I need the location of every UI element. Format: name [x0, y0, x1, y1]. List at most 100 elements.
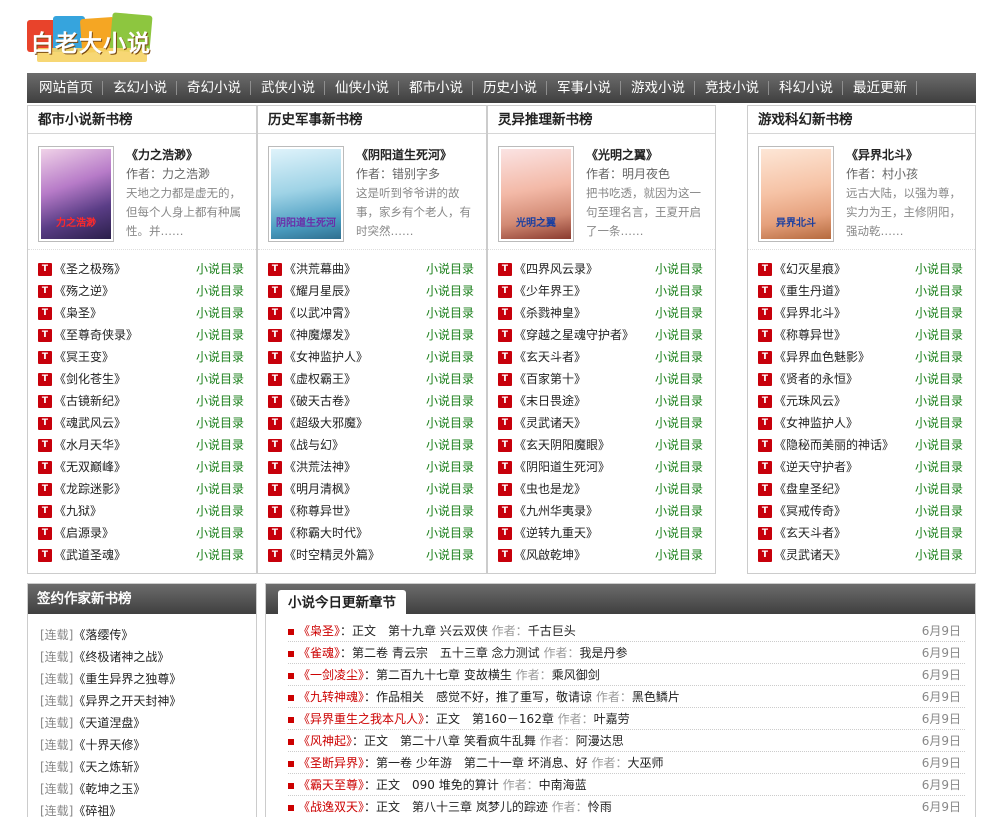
book-link[interactable]: 《末日畏途》 — [514, 394, 586, 408]
book-link[interactable]: 《女神监护人》 — [774, 416, 858, 430]
nav-junshi[interactable]: 军事小说 — [547, 73, 621, 103]
book-link[interactable]: 《四界风云录》 — [514, 262, 598, 276]
catalog-link[interactable]: 小说目录 — [915, 412, 963, 434]
updates-tab[interactable]: 小说今日更新章节 — [278, 590, 406, 614]
catalog-link[interactable]: 小说目录 — [426, 456, 474, 478]
book-link[interactable]: 《风神起》 — [298, 734, 352, 748]
book-link[interactable]: 《枭圣》 — [54, 306, 102, 320]
book-link[interactable]: 《至尊奇侠录》 — [54, 328, 138, 342]
chapter-link[interactable]: ：第二卷 青云宗 五十三章 念力测试 — [340, 646, 540, 660]
catalog-link[interactable]: 小说目录 — [196, 434, 244, 456]
catalog-link[interactable]: 小说目录 — [196, 522, 244, 544]
catalog-link[interactable]: 小说目录 — [426, 346, 474, 368]
book-link[interactable]: 《碎祖》 — [73, 804, 121, 817]
catalog-link[interactable]: 小说目录 — [426, 258, 474, 280]
book-link[interactable]: 《称尊异世》 — [774, 328, 846, 342]
catalog-link[interactable]: 小说目录 — [655, 500, 703, 522]
book-link[interactable]: 《九州华夷录》 — [514, 504, 598, 518]
book-link[interactable]: 《启源录》 — [54, 526, 114, 540]
nav-xuanhuan[interactable]: 玄幻小说 — [103, 73, 177, 103]
catalog-link[interactable]: 小说目录 — [196, 280, 244, 302]
catalog-link[interactable]: 小说目录 — [196, 478, 244, 500]
book-link[interactable]: 《贤者的永恒》 — [774, 372, 858, 386]
book-link[interactable]: 《玄天斗者》 — [774, 526, 846, 540]
chapter-link[interactable]: ：第二百九十七章 变故横生 — [364, 668, 512, 682]
book-link[interactable]: 《虚权霸王》 — [284, 372, 356, 386]
book-link[interactable]: 《九转神魂》 — [298, 690, 364, 704]
book-link[interactable]: 《天道涅盘》 — [73, 716, 145, 730]
catalog-link[interactable]: 小说目录 — [915, 500, 963, 522]
book-link[interactable]: 《风啟乾坤》 — [514, 548, 586, 562]
book-link[interactable]: 《无双巅峰》 — [54, 460, 126, 474]
catalog-link[interactable]: 小说目录 — [196, 456, 244, 478]
book-link[interactable]: 《枭圣》 — [298, 624, 340, 638]
book-link[interactable]: 《超级大邪魔》 — [284, 416, 368, 430]
book-link[interactable]: 《以武冲霄》 — [284, 306, 356, 320]
book-link[interactable]: 《武道圣魂》 — [54, 548, 126, 562]
book-link[interactable]: 《神魔爆发》 — [284, 328, 356, 342]
catalog-link[interactable]: 小说目录 — [426, 368, 474, 390]
chapter-link[interactable]: ：作品相关 感觉不好，推了重写，敬请谅 — [364, 690, 592, 704]
book-cover[interactable]: 光明之翼 — [498, 146, 574, 242]
nav-lishi[interactable]: 历史小说 — [473, 73, 547, 103]
book-link[interactable]: 《称霸大时代》 — [284, 526, 368, 540]
catalog-link[interactable]: 小说目录 — [655, 280, 703, 302]
book-link[interactable]: 《异界血色魅影》 — [774, 350, 870, 364]
catalog-link[interactable]: 小说目录 — [655, 258, 703, 280]
book-link[interactable]: 《称尊异世》 — [284, 504, 356, 518]
catalog-link[interactable]: 小说目录 — [915, 324, 963, 346]
book-link[interactable]: 《逆天守护者》 — [774, 460, 858, 474]
catalog-link[interactable]: 小说目录 — [915, 258, 963, 280]
book-link[interactable]: 《玄天斗者》 — [514, 350, 586, 364]
book-link[interactable]: 《雀魂》 — [298, 646, 340, 660]
site-logo[interactable]: 白老大小说 — [27, 12, 155, 64]
book-link[interactable]: 《穿越之星魂守护者》 — [514, 328, 634, 342]
catalog-link[interactable]: 小说目录 — [196, 544, 244, 566]
nav-dushi[interactable]: 都市小说 — [399, 73, 473, 103]
catalog-link[interactable]: 小说目录 — [655, 434, 703, 456]
book-link[interactable]: 《冥戒传奇》 — [774, 504, 846, 518]
book-link[interactable]: 《玄天阴阳魔眼》 — [514, 438, 610, 452]
book-link[interactable]: 《灵武诸天》 — [774, 548, 846, 562]
catalog-link[interactable]: 小说目录 — [655, 346, 703, 368]
book-link[interactable]: 《明月清枫》 — [284, 482, 356, 496]
catalog-link[interactable]: 小说目录 — [196, 500, 244, 522]
catalog-link[interactable]: 小说目录 — [196, 346, 244, 368]
book-link[interactable]: 《幻灭星痕》 — [774, 262, 846, 276]
book-link[interactable]: 《九狱》 — [54, 504, 102, 518]
book-link[interactable]: 《霸天至尊》 — [298, 778, 364, 792]
book-link[interactable]: 《终极诸神之战》 — [73, 650, 169, 664]
catalog-link[interactable]: 小说目录 — [915, 522, 963, 544]
book-link[interactable]: 《乾坤之玉》 — [73, 782, 145, 796]
book-link[interactable]: 《灵武诸天》 — [514, 416, 586, 430]
book-link[interactable]: 《破天古卷》 — [284, 394, 356, 408]
catalog-link[interactable]: 小说目录 — [915, 544, 963, 566]
catalog-link[interactable]: 小说目录 — [655, 390, 703, 412]
catalog-link[interactable]: 小说目录 — [426, 478, 474, 500]
book-link[interactable]: 《魂武风云》 — [54, 416, 126, 430]
book-link[interactable]: 《耀月星辰》 — [284, 284, 356, 298]
book-link[interactable]: 《剑化苍生》 — [54, 372, 126, 386]
catalog-link[interactable]: 小说目录 — [915, 434, 963, 456]
book-link[interactable]: 《少年界王》 — [514, 284, 586, 298]
catalog-link[interactable]: 小说目录 — [915, 456, 963, 478]
catalog-link[interactable]: 小说目录 — [196, 412, 244, 434]
catalog-link[interactable]: 小说目录 — [655, 368, 703, 390]
catalog-link[interactable]: 小说目录 — [196, 258, 244, 280]
catalog-link[interactable]: 小说目录 — [655, 412, 703, 434]
book-link[interactable]: 《盘皇圣纪》 — [774, 482, 846, 496]
featured-title[interactable]: 《光明之翼》 — [586, 146, 707, 165]
book-link[interactable]: 《时空精灵外篇》 — [284, 548, 380, 562]
catalog-link[interactable]: 小说目录 — [426, 434, 474, 456]
nav-xianxia[interactable]: 仙侠小说 — [325, 73, 399, 103]
nav-recent[interactable]: 最近更新 — [843, 73, 917, 103]
book-link[interactable]: 《阴阳道生死河》 — [514, 460, 610, 474]
book-cover[interactable]: 异界北斗 — [758, 146, 834, 242]
catalog-link[interactable]: 小说目录 — [655, 522, 703, 544]
featured-title[interactable]: 《力之浩渺》 — [126, 146, 248, 165]
catalog-link[interactable]: 小说目录 — [915, 478, 963, 500]
nav-jingji[interactable]: 竞技小说 — [695, 73, 769, 103]
book-link[interactable]: 《重生丹道》 — [774, 284, 846, 298]
book-link[interactable]: 《天之炼斩》 — [73, 760, 145, 774]
chapter-link[interactable]: ：正文 第十九章 兴云双侠 — [340, 624, 488, 638]
